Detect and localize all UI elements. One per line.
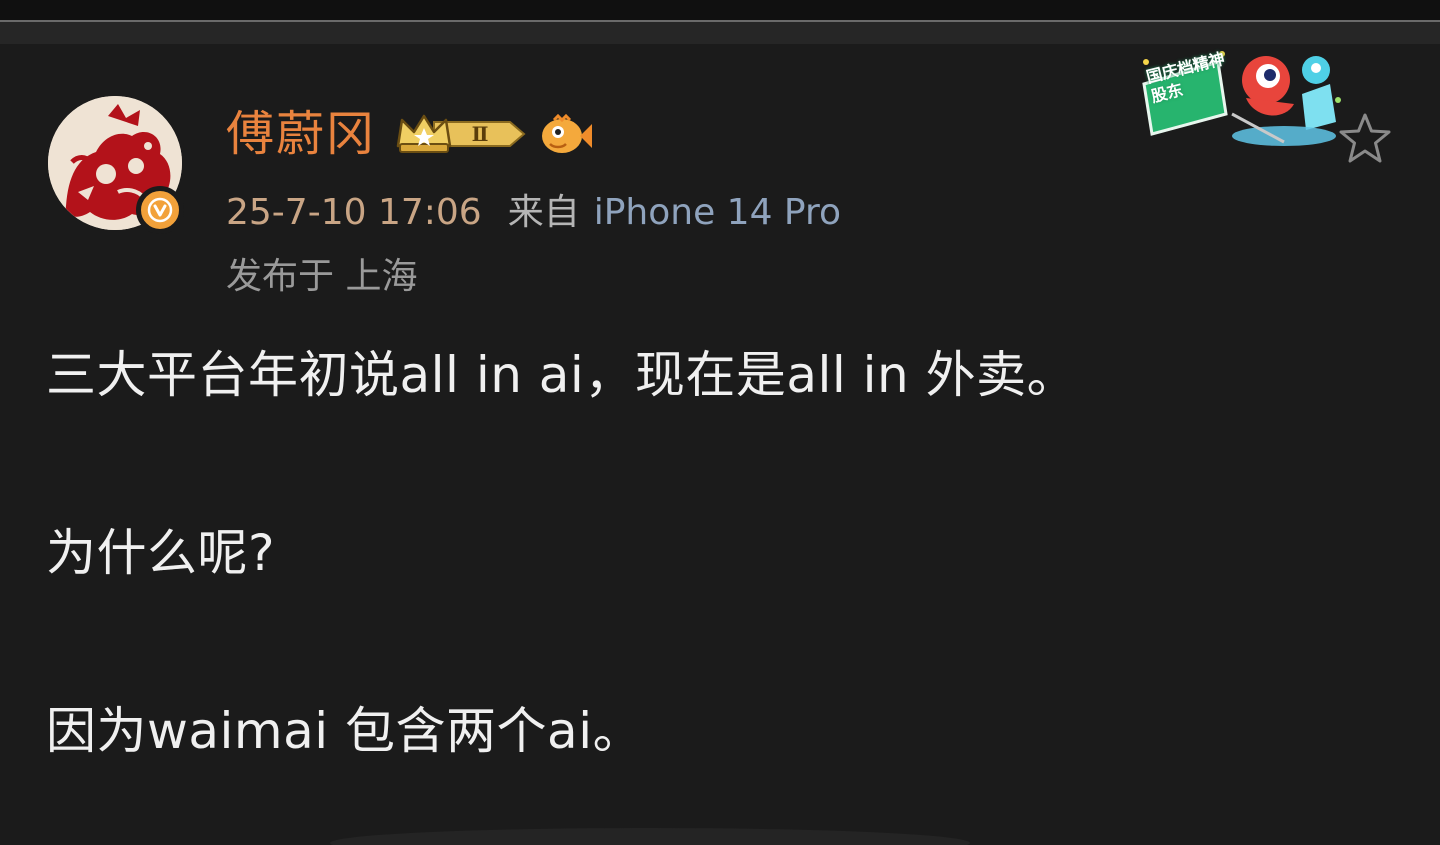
level-badge-text: Ⅱ xyxy=(472,122,489,146)
bottom-shadow xyxy=(330,828,970,845)
device-source[interactable]: iPhone 14 Pro xyxy=(594,192,841,233)
top-shade xyxy=(0,22,1440,44)
post-body-line: 为什么呢? xyxy=(46,524,276,582)
post-body-line: 因为waimai 包含两个ai。 xyxy=(46,702,644,760)
author-name[interactable]: 傅蔚冈 xyxy=(226,104,376,164)
post-location: 发布于 上海 xyxy=(226,256,418,297)
source-prefix: 来自 xyxy=(507,192,580,233)
fish-emoji-icon xyxy=(538,110,594,158)
post-time[interactable]: 25-7-10 17:06 xyxy=(226,192,482,233)
post-body-line: 三大平台年初说all in ai，现在是all in 外卖。 xyxy=(46,346,1078,404)
holiday-sticker[interactable]: 国庆档精神股东 xyxy=(1134,44,1344,154)
post-meta: 25-7-10 17:06 来自 iPhone 14 Pro xyxy=(226,190,841,236)
star-outline-icon[interactable] xyxy=(1336,110,1394,168)
weibo-post-screenshot: 傅蔚冈 Ⅱ 25-7-10 17:06 来自 iPhone 14 Pro 发布于 上… xyxy=(0,0,1440,845)
verified-v-icon xyxy=(136,186,184,234)
crown-level-icon[interactable]: Ⅱ xyxy=(394,110,528,158)
top-bar xyxy=(0,0,1440,20)
